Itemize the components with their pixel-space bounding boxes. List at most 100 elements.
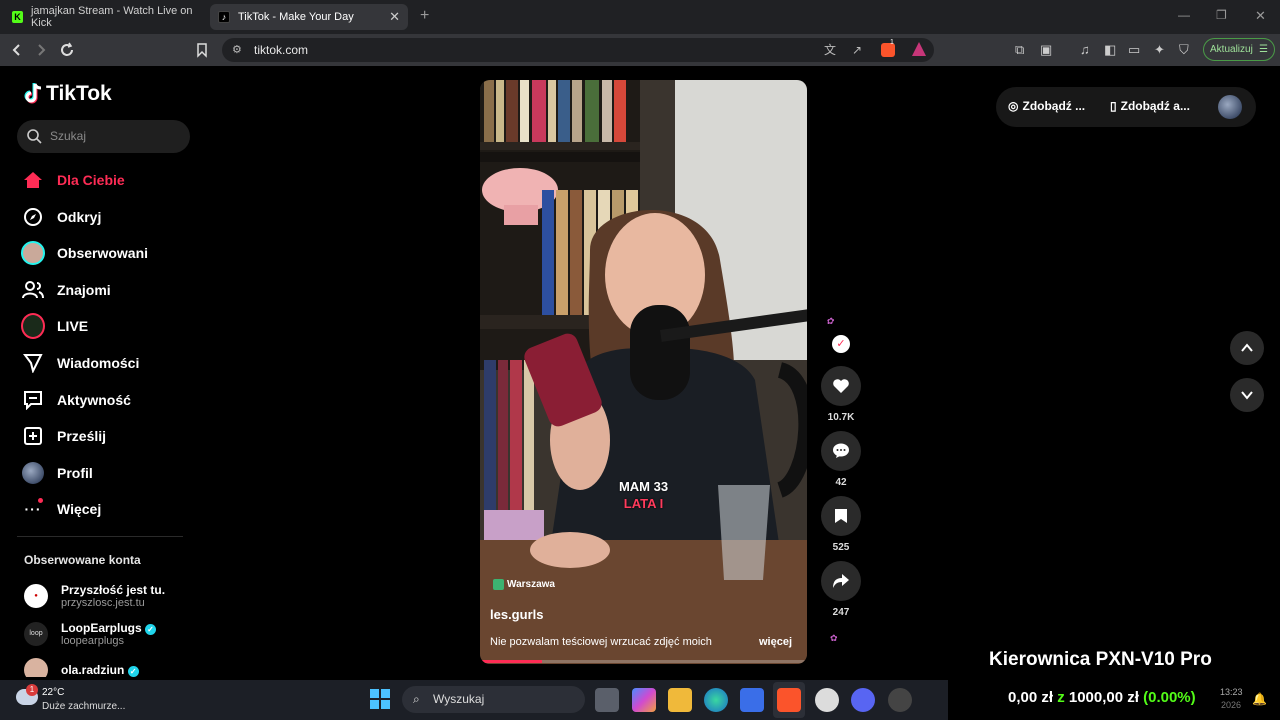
nav-profile[interactable]: Profil	[21, 462, 93, 484]
address-bar[interactable]: ⚙ tiktok.com 文 ↗ 1	[222, 38, 934, 62]
nav-label: Aktywność	[57, 392, 131, 408]
tab-kick[interactable]: K jamajkan Stream - Watch Live on Kick	[4, 4, 208, 30]
brave-rewards-icon[interactable]	[912, 42, 926, 56]
brave-icon[interactable]	[777, 688, 801, 712]
nav-explore[interactable]: Odkryj	[21, 206, 101, 228]
nav-label: Wiadomości	[57, 355, 140, 371]
weather-temp[interactable]: 22°C	[42, 687, 64, 698]
search-placeholder: Szukaj	[50, 129, 87, 143]
bookmark-icon[interactable]	[821, 496, 861, 536]
video-author[interactable]: les.gurls	[490, 607, 543, 622]
app-icon[interactable]	[888, 688, 912, 712]
followed-account[interactable]: loop LoopEarplugs ✓ loopearplugs	[24, 621, 157, 647]
notification-icon[interactable]: 🔔	[1252, 692, 1267, 706]
nav-more[interactable]: ··· Więcej	[21, 498, 101, 520]
back-icon[interactable]	[9, 42, 25, 58]
nav-label: Znajomi	[57, 282, 111, 298]
location-tag[interactable]: Warszawa	[493, 579, 555, 590]
update-button[interactable]: Aktualizuj ☰	[1203, 38, 1275, 61]
video-progress-track[interactable]	[480, 660, 807, 663]
close-window-button[interactable]: ✕	[1255, 8, 1266, 24]
upload-icon	[21, 425, 45, 447]
nav-for-you[interactable]: Dla Ciebie	[21, 169, 125, 191]
search-input[interactable]: Szukaj	[17, 120, 190, 153]
like-action[interactable]: 10.7K	[821, 366, 861, 423]
sidebar-toggle-icon[interactable]: ◧	[1104, 42, 1116, 58]
phone-icon: ▯	[1110, 99, 1117, 113]
discord-icon[interactable]	[851, 688, 875, 712]
kick-icon: K	[12, 11, 23, 23]
forward-icon[interactable]	[33, 42, 49, 58]
get-coins-button[interactable]: ◎ Zdobądź ...	[1008, 99, 1085, 113]
like-count: 10.7K	[827, 412, 855, 423]
nav-label: Obserwowani	[57, 245, 149, 261]
maximize-button[interactable]: ❐	[1216, 8, 1227, 22]
minimize-button[interactable]: —	[1178, 8, 1190, 22]
clock-time[interactable]: 13:23	[1220, 687, 1243, 697]
profile-icon	[21, 462, 45, 484]
location-pin-icon	[493, 579, 504, 590]
weather-desc[interactable]: Duże zachmurze...	[42, 701, 125, 712]
next-video-button[interactable]	[1230, 378, 1264, 412]
heart-icon[interactable]	[821, 366, 861, 406]
nav-activity[interactable]: Aktywność	[21, 389, 131, 411]
followed-account[interactable]: ● Przyszłość jest tu. przyszlosc.jest.tu	[24, 583, 165, 609]
video-player[interactable]: MAM 33 LATA I Warszawa les.gurls Nie poz…	[480, 80, 807, 664]
video-caption-line-2: LATA I	[623, 496, 664, 511]
share-arrow-icon[interactable]	[821, 561, 861, 601]
extensions-icon[interactable]: ⧉	[1015, 42, 1024, 58]
new-tab-button[interactable]: +	[420, 7, 429, 25]
account-handle: przyszlosc.jest.tu	[61, 597, 145, 609]
music-icon[interactable]: ♫	[1080, 42, 1090, 57]
user-avatar[interactable]	[1218, 95, 1242, 119]
comment-count: 42	[835, 477, 847, 488]
more-description-button[interactable]: więcej	[759, 636, 792, 648]
tiktok-logo[interactable]: TikTok	[23, 82, 112, 106]
share-count: 247	[832, 607, 850, 618]
task-view-icon[interactable]	[595, 688, 619, 712]
tab-title: TikTok - Make Your Day	[238, 11, 354, 23]
verified-icon: ✓	[127, 666, 139, 677]
clock-date[interactable]: 2026	[1221, 700, 1241, 710]
reload-icon[interactable]	[59, 42, 75, 58]
share-action[interactable]: 247	[821, 561, 861, 618]
screenshot-icon[interactable]: ▣	[1040, 42, 1052, 58]
nav-live[interactable]: LIVE	[21, 313, 88, 339]
translate-icon[interactable]: 文	[824, 38, 836, 62]
tab-title: jamajkan Stream - Watch Live on Kick	[30, 5, 193, 29]
vpn-icon[interactable]: ⛉	[1179, 42, 1189, 58]
share-icon[interactable]: ↗	[852, 38, 862, 62]
site-settings-icon[interactable]: ⚙	[232, 38, 242, 62]
windows-start-icon[interactable]	[370, 689, 390, 709]
leo-ai-icon[interactable]: ✦	[1154, 42, 1165, 58]
nav-friends[interactable]: Znajomi	[21, 279, 111, 301]
comment-action[interactable]: 42	[821, 431, 861, 488]
activity-icon	[21, 389, 45, 411]
store-icon[interactable]	[740, 688, 764, 712]
previous-video-button[interactable]	[1230, 331, 1264, 365]
followed-account[interactable]: ola.radziun ✓	[24, 658, 139, 677]
close-tab-icon[interactable]: ✕	[389, 10, 400, 23]
comment-icon[interactable]	[821, 431, 861, 471]
account-handle: loopearplugs	[61, 635, 124, 647]
copilot-icon[interactable]	[632, 688, 656, 712]
wallet-icon[interactable]: ▭	[1128, 42, 1140, 58]
follow-check-icon[interactable]: ✓	[832, 335, 850, 353]
tab-tiktok[interactable]: ♪ TikTok - Make Your Day ✕	[210, 4, 408, 30]
obs-icon[interactable]	[815, 688, 839, 712]
verified-icon: ✓	[145, 624, 157, 635]
get-app-button[interactable]: ▯ Zdobądź a...	[1110, 99, 1190, 113]
nav-upload[interactable]: Prześlij	[21, 425, 106, 447]
save-action[interactable]: 525	[821, 496, 861, 553]
sidebar-divider	[17, 536, 183, 537]
bookmark-icon[interactable]	[194, 42, 210, 58]
save-count: 525	[832, 542, 850, 553]
nav-messages[interactable]: Wiadomości	[21, 352, 139, 374]
shield-badge: 1	[890, 39, 894, 46]
file-explorer-icon[interactable]	[668, 688, 692, 712]
account-name: ola.radziun	[61, 663, 125, 677]
nav-following[interactable]: Obserwowani	[21, 241, 149, 265]
edge-icon[interactable]	[704, 688, 728, 712]
sound-disc-icon[interactable]: ✿	[830, 633, 838, 644]
taskbar-search[interactable]: ⌕ Wyszukaj	[402, 686, 585, 713]
